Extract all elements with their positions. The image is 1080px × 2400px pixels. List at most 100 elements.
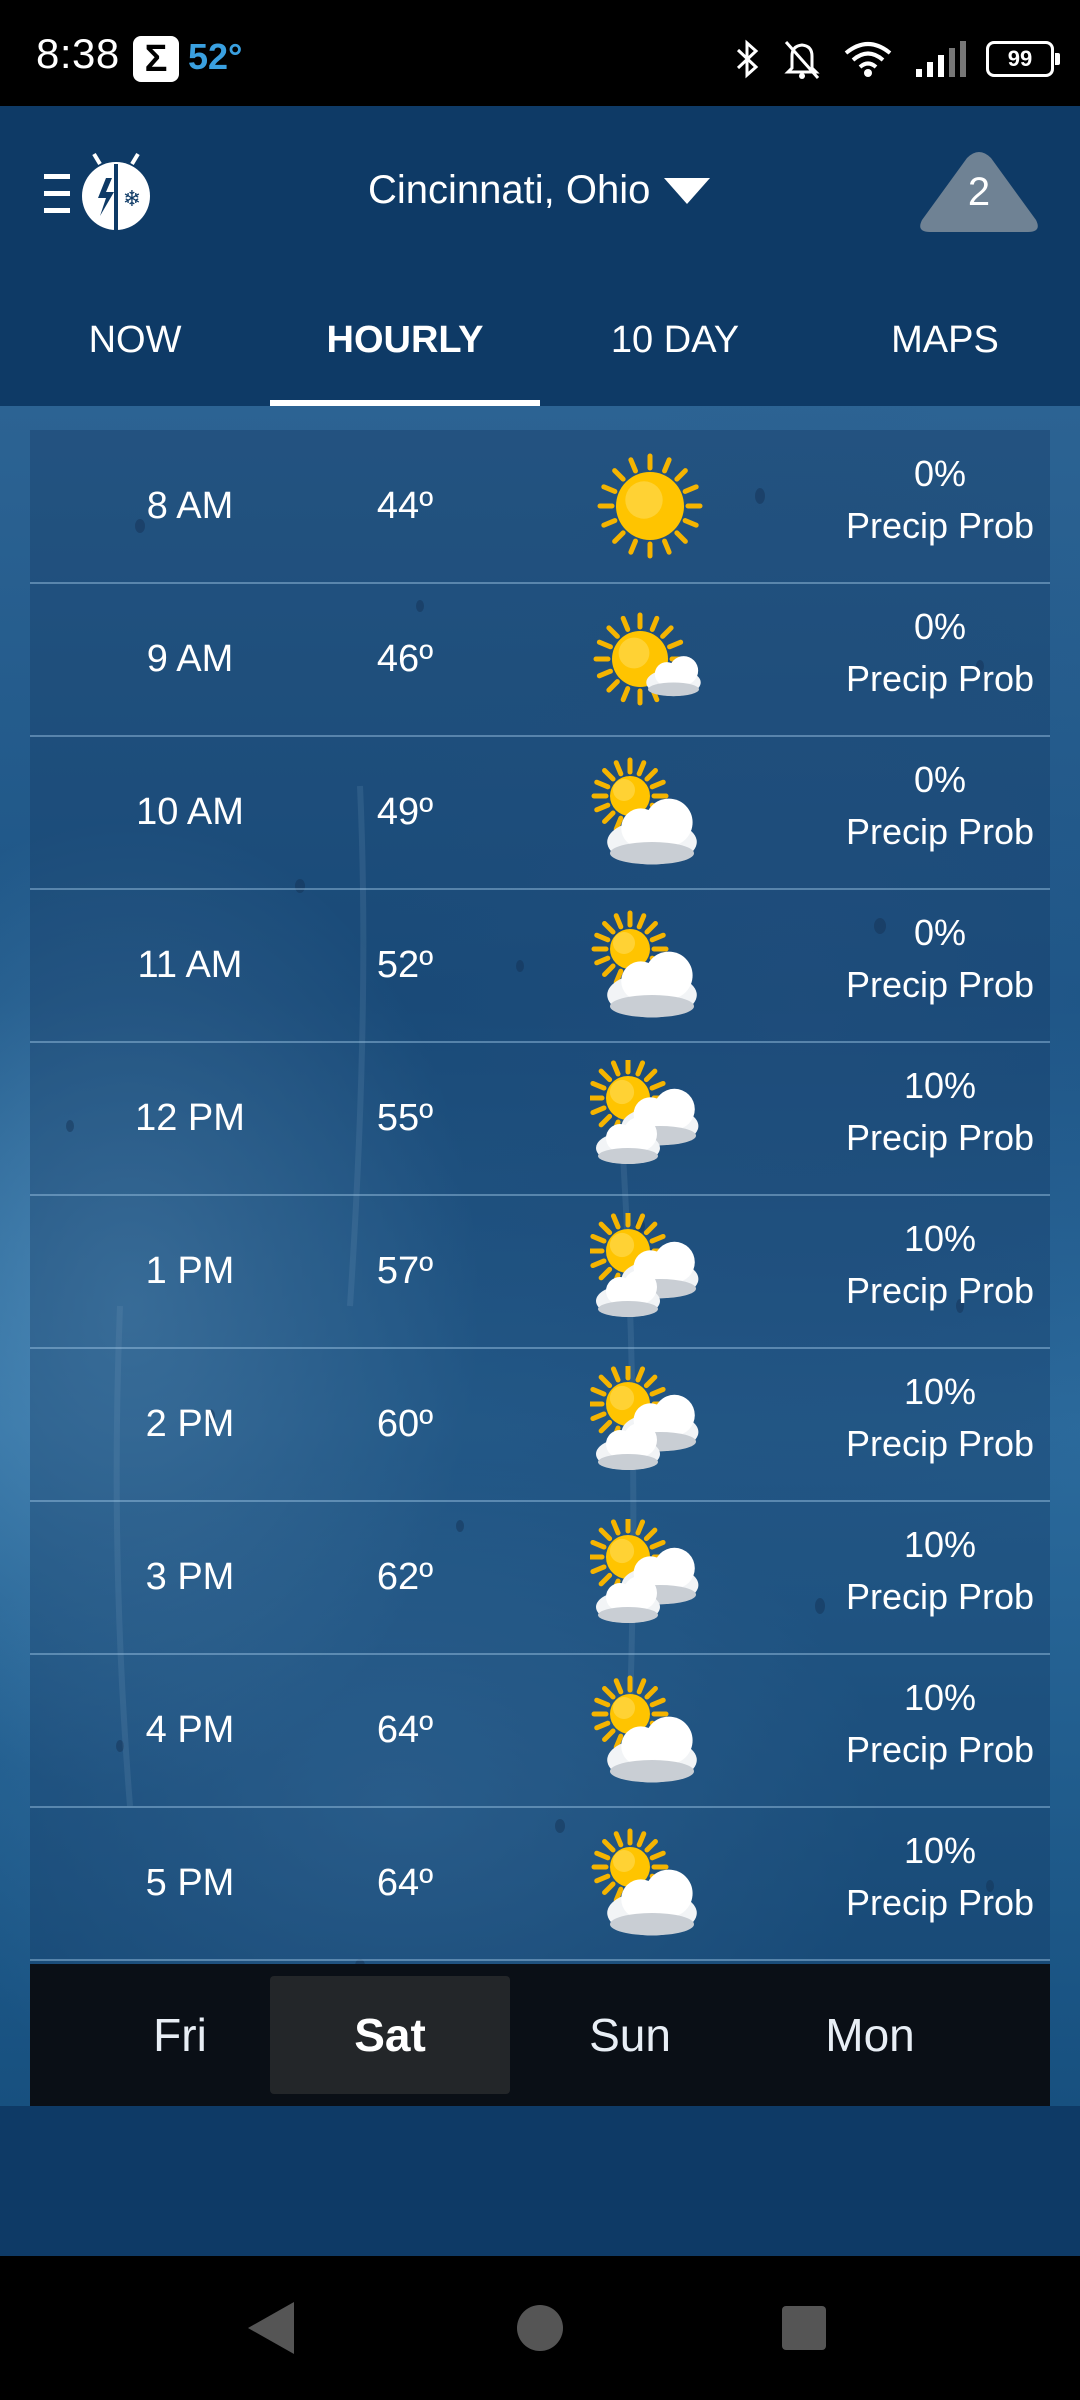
precip-label: Precip Prob	[845, 505, 1035, 546]
wifi-icon	[844, 42, 892, 77]
precip-value: 0%	[913, 606, 967, 647]
day-selector: Fri Sat Sun Mon	[30, 1964, 1050, 2106]
home-icon[interactable]	[516, 2304, 564, 2352]
precip-label: Precip Prob	[845, 1270, 1035, 1311]
precip-label: Precip Prob	[845, 658, 1035, 699]
precip-label: Precip Prob	[845, 811, 1035, 852]
hourly-row[interactable]: 10 AM 49º 0% Precip Prob	[30, 736, 1050, 890]
hour-temperature: 46º	[376, 638, 434, 680]
tab-now[interactable]: NOW	[0, 286, 270, 406]
hour-time: 11 AM	[137, 944, 243, 986]
sigma-notification-icon: Σ	[133, 36, 179, 82]
precip-block: 0% Precip Prob	[790, 754, 1080, 858]
hour-time: 12 PM	[135, 1097, 245, 1139]
system-nav-bar	[0, 2256, 1080, 2400]
battery-icon: 99	[986, 41, 1060, 77]
hour-temperature: 49º	[376, 791, 434, 833]
precip-value: 0%	[913, 759, 967, 800]
hour-temperature: 52º	[376, 944, 434, 986]
day-sun[interactable]: Sun	[510, 1976, 750, 2094]
hourly-row[interactable]: 11 AM 52º 0% Precip Prob	[30, 889, 1050, 1043]
day-sat[interactable]: Sat	[270, 1976, 510, 2094]
mostly-sunny-icon	[593, 612, 701, 706]
hour-temperature: 64º	[376, 1709, 434, 1751]
precip-block: 10% Precip Prob	[790, 1060, 1080, 1164]
hour-time: 9 AM	[146, 638, 234, 680]
precip-block: 10% Precip Prob	[790, 1519, 1080, 1623]
hour-temperature: 55º	[376, 1097, 434, 1139]
hour-time: 4 PM	[145, 1709, 235, 1751]
hourly-row[interactable]: 1 PM 57º 10% Precip Prob	[30, 1195, 1050, 1349]
hourly-row[interactable]: 12 PM 55º 10% Precip Prob	[30, 1042, 1050, 1196]
precip-label: Precip Prob	[845, 964, 1035, 1005]
mostly-cloudy-icon	[590, 1060, 699, 1164]
hour-time: 3 PM	[145, 1556, 235, 1598]
hour-time: 5 PM	[145, 1862, 235, 1904]
precip-value: 10%	[903, 1830, 977, 1871]
partly-cloudy-icon	[591, 910, 697, 1018]
hourly-row[interactable]: 2 PM 60º 10% Precip Prob	[30, 1348, 1050, 1502]
precip-block: 10% Precip Prob	[790, 1213, 1080, 1317]
precip-label: Precip Prob	[845, 1576, 1035, 1617]
precip-value: 10%	[903, 1524, 977, 1565]
day-fri[interactable]: Fri	[60, 1976, 300, 2094]
mostly-cloudy-icon	[590, 1213, 699, 1317]
status-temperature: 52°	[188, 36, 243, 77]
hourly-forecast-area[interactable]: 8 AM 44º 0% Precip Prob 9 AM 46º 0% Prec…	[0, 406, 1080, 2106]
recents-icon[interactable]	[782, 2306, 826, 2350]
hourly-row[interactable]: 5 PM 64º 10% Precip Prob	[30, 1807, 1050, 1961]
mostly-cloudy-icon	[590, 1366, 699, 1470]
precip-block: 0% Precip Prob	[790, 601, 1080, 705]
precip-value: 10%	[903, 1218, 977, 1259]
hourly-row[interactable]: 8 AM 44º 0% Precip Prob	[30, 430, 1050, 584]
precip-value: 10%	[903, 1371, 977, 1412]
chevron-down-icon	[664, 177, 711, 204]
precip-label: Precip Prob	[845, 1882, 1035, 1923]
hour-temperature: 64º	[376, 1862, 434, 1904]
precip-block: 10% Precip Prob	[790, 1672, 1080, 1776]
main-tabs: NOW HOURLY 10 DAY MAPS	[0, 286, 1080, 406]
precip-value: 10%	[903, 1677, 977, 1718]
status-bar: 8:38 Σ 52° 99	[0, 0, 1080, 106]
tab-10-day[interactable]: 10 DAY	[540, 286, 810, 406]
tab-hourly[interactable]: HOURLY	[270, 286, 540, 406]
precip-label: Precip Prob	[845, 1117, 1035, 1158]
partly-cloudy-icon	[591, 1675, 697, 1783]
hour-temperature: 57º	[376, 1250, 434, 1292]
day-mon[interactable]: Mon	[750, 1976, 990, 2094]
svg-text:❄: ❄	[123, 187, 141, 212]
hour-time: 10 AM	[136, 791, 244, 833]
sunny-icon	[597, 453, 703, 559]
hour-temperature: 44º	[376, 485, 434, 527]
cell-signal-icon	[916, 41, 966, 77]
status-time: 8:38	[36, 30, 120, 77]
precip-value: 10%	[903, 1065, 977, 1106]
menu-logo-icon[interactable]: ❄	[44, 150, 156, 240]
partly-cloudy-icon	[591, 757, 697, 865]
bell-off-icon	[784, 41, 820, 79]
precip-block: 10% Precip Prob	[790, 1366, 1080, 1470]
precip-label: Precip Prob	[845, 1729, 1035, 1770]
precip-block: 0% Precip Prob	[790, 448, 1080, 552]
hour-time: 1 PM	[145, 1250, 235, 1292]
bluetooth-icon	[736, 39, 759, 79]
hour-temperature: 62º	[376, 1556, 434, 1598]
hourly-row[interactable]: 9 AM 46º 0% Precip Prob	[30, 583, 1050, 737]
mostly-cloudy-icon	[590, 1519, 699, 1623]
hour-time: 2 PM	[145, 1403, 235, 1445]
hourly-row[interactable]: 4 PM 64º 10% Precip Prob	[30, 1654, 1050, 1808]
precip-value: 0%	[913, 912, 967, 953]
precip-value: 0%	[913, 453, 967, 494]
location-label: Cincinnati, Ohio	[368, 168, 651, 212]
hourly-row[interactable]: 3 PM 62º 10% Precip Prob	[30, 1501, 1050, 1655]
alert-count: 2	[967, 170, 991, 214]
hour-time: 8 AM	[146, 485, 234, 527]
status-icons: 99	[734, 34, 1060, 84]
back-icon[interactable]	[248, 2302, 294, 2354]
partly-cloudy-icon	[591, 1828, 697, 1936]
location-selector[interactable]: Cincinnati, Ohio	[368, 168, 711, 213]
app-header: ❄ Cincinnati, Ohio 2 NOW HOURLY 10 DAY M…	[0, 106, 1080, 406]
precip-block: 0% Precip Prob	[790, 907, 1080, 1011]
precip-label: Precip Prob	[845, 1423, 1035, 1464]
tab-maps[interactable]: MAPS	[810, 286, 1080, 406]
